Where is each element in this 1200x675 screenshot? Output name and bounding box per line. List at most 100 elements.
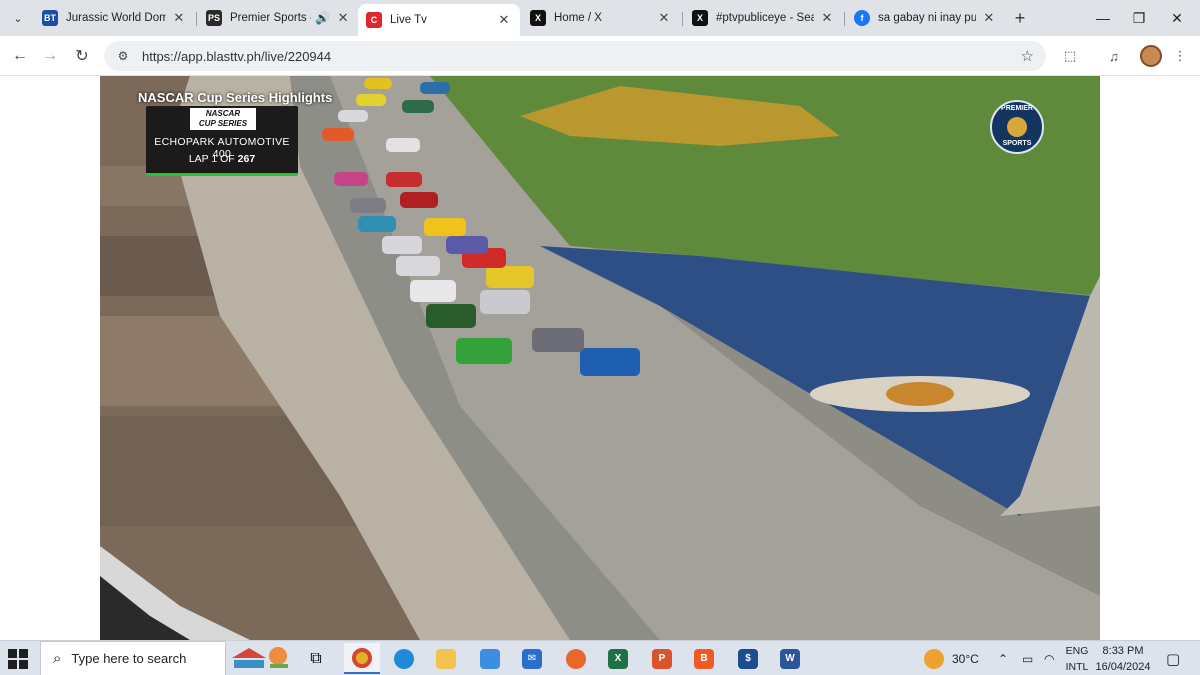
race-car <box>402 100 434 113</box>
taskbar-search-box[interactable]: ⌕ Type here to search <box>40 641 226 675</box>
race-car <box>456 338 512 364</box>
race-car <box>426 304 476 328</box>
race-car <box>364 78 392 89</box>
brave-browser-icon[interactable]: B <box>686 643 722 674</box>
tab-title: sa gabay ni inay publ <box>878 12 976 24</box>
tab-close-icon[interactable]: ✕ <box>172 10 186 26</box>
search-highlight-icon[interactable] <box>230 644 294 672</box>
premier-sports-favicon-icon: PS <box>206 10 222 26</box>
lap-prefix: LAP 1 OF <box>188 153 235 165</box>
x-favicon-icon: X <box>530 10 546 26</box>
excel-icon[interactable]: X <box>600 643 636 674</box>
back-arrow-icon[interactable]: ← <box>8 44 32 68</box>
firefox-icon[interactable] <box>558 643 594 674</box>
race-car <box>410 280 456 302</box>
race-car <box>322 128 354 141</box>
bookmark-star-icon[interactable]: ☆ <box>1021 47 1034 65</box>
race-car <box>334 172 368 186</box>
clock-time: 8:33 PM <box>1102 645 1144 657</box>
tab-title: Jurassic World Domin <box>66 12 166 24</box>
windows-taskbar: ⌕ Type here to search ⧉ ✉ X P B $ W 30°C… <box>0 640 1200 675</box>
notification-icon[interactable]: ▢ <box>1166 641 1180 675</box>
race-car <box>386 138 420 152</box>
tray-device-icon[interactable]: ▭ <box>1022 641 1033 675</box>
infield-logo-h <box>886 382 954 406</box>
tab-home-x[interactable]: X Home / X ✕ <box>522 4 680 32</box>
profile-avatar[interactable] <box>1140 45 1162 67</box>
race-car <box>338 110 368 122</box>
tab-close-icon[interactable]: ✕ <box>656 10 672 26</box>
tab-facebook[interactable]: f sa gabay ni inay publ ✕ <box>846 4 1004 32</box>
tab-close-icon[interactable]: ✕ <box>820 10 834 26</box>
tab-title: Home / X <box>554 12 602 24</box>
tab-search-chevron-icon[interactable]: ⌄ <box>6 6 30 30</box>
tab-jurassic-world[interactable]: BT Jurassic World Domin ✕ <box>34 4 194 32</box>
task-view-icon[interactable]: ⧉ <box>298 643 334 674</box>
menu-kebab-icon[interactable]: ⋮ <box>1170 46 1190 66</box>
tab-premier-sports[interactable]: PS Premier Sports - E 🔊 ✕ <box>198 4 358 32</box>
extensions-icon[interactable]: ⬚ <box>1060 46 1080 66</box>
race-car <box>486 266 534 288</box>
finance-app-icon[interactable]: $ <box>730 643 766 674</box>
bt-favicon-icon: BT <box>42 10 58 26</box>
race-car <box>480 290 530 314</box>
search-icon: ⌕ <box>53 650 62 667</box>
logo-bottom-text: CUP SERIES <box>198 119 248 128</box>
media-control-icon[interactable]: ♫ <box>1104 46 1124 66</box>
race-car <box>580 348 640 376</box>
tab-separator <box>844 12 845 26</box>
race-car <box>396 256 440 276</box>
logo-bottom-text: SPORTS <box>1002 140 1032 147</box>
weather-widget[interactable]: 30°C <box>924 641 979 675</box>
desktop-screen: ⌄ BT Jurassic World Domin ✕ PS Premier S… <box>0 0 1200 675</box>
race-car <box>424 218 466 236</box>
logo-top-text: PREMIER <box>1001 105 1033 112</box>
show-title: NASCAR Cup Series Highlights <box>138 90 333 105</box>
globe-icon <box>1007 117 1027 137</box>
new-tab-button[interactable]: + <box>1008 6 1032 30</box>
word-icon[interactable]: W <box>772 643 808 674</box>
search-placeholder: Type here to search <box>71 651 187 666</box>
logo-top-text: NASCAR <box>205 109 241 118</box>
speaker-audio-icon[interactable]: 🔊 <box>315 11 330 25</box>
race-car <box>420 82 450 94</box>
tab-close-icon[interactable]: ✕ <box>496 12 512 28</box>
cignal-favicon-icon: C <box>366 12 382 28</box>
forward-arrow-icon[interactable]: → <box>38 44 62 68</box>
race-scorebug: NASCAR CUP SERIES ECHOPARK AUTOMOTIVE 40… <box>146 106 298 176</box>
tab-close-icon[interactable]: ✕ <box>336 10 350 26</box>
race-car <box>386 172 422 187</box>
edge-app-icon[interactable] <box>386 643 422 674</box>
site-info-icon[interactable]: ⚙ <box>112 49 134 63</box>
input-language[interactable]: ENG INTL <box>1062 643 1092 675</box>
lap-counter: LAP 1 OF 267 <box>146 153 298 165</box>
reload-icon[interactable]: ↻ <box>70 44 94 68</box>
facebook-favicon-icon: f <box>854 10 870 26</box>
language-code: ENG <box>1065 645 1089 657</box>
race-car <box>358 216 396 232</box>
tab-separator <box>682 12 683 26</box>
video-player[interactable]: NASCAR Cup Series Highlights NASCAR CUP … <box>100 76 1100 640</box>
address-url[interactable]: https://app.blasttv.ph/live/220944 <box>142 49 331 64</box>
race-car <box>446 236 488 254</box>
tab-ptvpubliceye-search[interactable]: X #ptvpubliceye - Searc ✕ <box>684 4 842 32</box>
tab-close-icon[interactable]: ✕ <box>982 10 996 26</box>
tab-title: Premier Sports - E <box>230 12 311 24</box>
chrome-app-icon[interactable] <box>344 643 380 674</box>
tab-live-tv[interactable]: C Live Tv ✕ <box>358 4 520 36</box>
address-bar[interactable]: ⚙ https://app.blasttv.ph/live/220944 ☆ <box>104 41 1046 71</box>
race-car <box>532 328 584 352</box>
microsoft-store-icon[interactable] <box>472 643 508 674</box>
file-explorer-icon[interactable] <box>428 643 464 674</box>
wifi-icon[interactable]: ◠ <box>1044 641 1054 675</box>
race-car <box>356 94 386 106</box>
mail-icon[interactable]: ✉ <box>514 643 550 674</box>
tab-title: Live Tv <box>390 14 427 26</box>
windows-start-icon[interactable] <box>8 649 28 669</box>
presentation-app-icon[interactable]: P <box>644 643 680 674</box>
tray-overflow-chevron-icon[interactable]: ⌃ <box>998 641 1008 675</box>
page-content: NASCAR Cup Series Highlights NASCAR CUP … <box>0 76 1200 640</box>
weather-icon <box>924 648 944 669</box>
close-window-button[interactable]: ✕ <box>1154 0 1200 36</box>
system-clock[interactable]: 8:33 PM 16/04/2024 <box>1090 643 1156 675</box>
